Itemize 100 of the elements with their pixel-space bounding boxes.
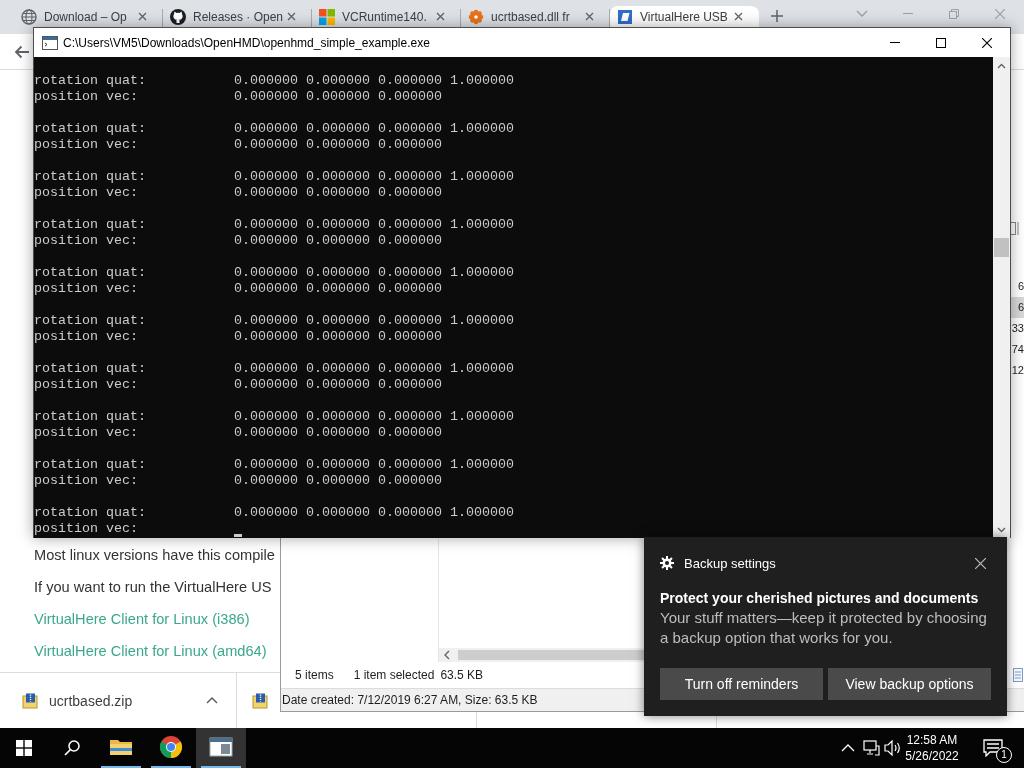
output-values: 0.000000 0.000000 0.000000 [234, 473, 442, 489]
output-label: position vec: [34, 473, 139, 489]
output-values: 0.000000 0.000000 0.000000 1.000000 [234, 313, 514, 329]
scrollbar-thumb[interactable] [994, 238, 1009, 257]
output-label: rotation quat: [34, 457, 147, 473]
notification-badge: 1 [996, 747, 1012, 763]
speaker-icon [883, 740, 901, 756]
output-label: position vec: [34, 185, 139, 201]
zip-file-icon [252, 692, 268, 709]
globe-icon [21, 8, 37, 25]
table-cell-text: 74 [1011, 342, 1024, 357]
window-title: C:\Users\VM5\Downloads\OpenHMD\openhmd_simple_example.exe [63, 35, 430, 50]
notification-title: Protect your cherished pictures and documents [660, 589, 980, 608]
output-values: 0.000000 0.000000 0.000000 [234, 185, 442, 201]
output-label: position vec: [34, 233, 139, 249]
output-label: rotation quat: [34, 409, 147, 425]
action-button[interactable]: View backup options [828, 668, 991, 700]
zip-file-icon [22, 692, 38, 709]
output-values: 0.000000 0.000000 0.000000 1.000000 [234, 73, 514, 89]
round-logo-icon [159, 735, 183, 759]
paragraph-text: If you want to run the VirtualHere US [34, 578, 272, 597]
clock-button[interactable]: 12:58 AM 5/26/2022 [902, 728, 962, 768]
output-label: position vec: [34, 425, 139, 441]
output-label: position vec: [34, 329, 139, 345]
maximize-icon [936, 37, 946, 48]
output-label: position vec: [34, 377, 139, 393]
close-icon [584, 12, 594, 21]
gear-icon [660, 556, 674, 570]
output-label: rotation quat: [34, 265, 147, 281]
output-values: 0.000000 0.000000 0.000000 [234, 89, 442, 105]
output-values: 0.000000 0.000000 0.000000 1.000000 [234, 409, 514, 425]
output-values: 0.000000 0.000000 0.000000 1.000000 [234, 505, 514, 521]
four-squares-icon [16, 740, 32, 756]
folder-icon [109, 737, 133, 757]
vertical-scrollbar[interactable] [993, 57, 1010, 538]
scroll-up-icon[interactable] [997, 62, 1006, 69]
notification-body: Your stuff matters—keep it protected by choosing a backup option that works for you. [660, 608, 988, 648]
details-text: Date created: 7/12/2019 6:27 AM, Size: 63.5 KB [282, 693, 538, 707]
output-values: 0.000000 0.000000 0.000000 [234, 329, 442, 345]
close-icon [982, 37, 992, 48]
action-button[interactable]: Turn off reminders [660, 668, 823, 700]
paragraph-text: Most linux versions have this compile [34, 546, 275, 565]
output-values: 0.000000 0.000000 0.000000 [234, 425, 442, 441]
close-icon [995, 8, 1005, 19]
notification-icon [983, 739, 1003, 757]
table-cell-text: 12 [1011, 363, 1024, 378]
output-values: 0.000000 0.000000 0.000000 [234, 281, 442, 297]
status-text: 63.5 KB [440, 668, 484, 682]
output-label: rotation quat: [34, 169, 147, 185]
scroll-down-icon[interactable] [997, 526, 1006, 533]
download-filename[interactable]: ucrtbased.zip [49, 692, 133, 709]
scrollbar-thumb[interactable] [458, 650, 644, 660]
close-icon [435, 12, 445, 21]
output-label: rotation quat: [34, 121, 147, 137]
horizontal-scrollbar[interactable] [439, 648, 644, 662]
taskbar-app-button[interactable] [196, 728, 246, 768]
output-label: rotation quat: [34, 505, 147, 521]
four-squares-icon [319, 8, 335, 25]
search-icon [64, 740, 80, 756]
output-label: rotation quat: [34, 313, 147, 329]
cat-icon [170, 8, 186, 25]
output-values: 0.000000 0.000000 0.000000 1.000000 [234, 361, 514, 377]
action-center-button[interactable]: 1 [969, 728, 1017, 768]
console-icon [42, 34, 58, 51]
output-label: position vec: [34, 137, 139, 153]
output-label: position vec: [34, 281, 139, 297]
output-values: 0.000000 0.000000 0.000000 1.000000 [234, 457, 514, 473]
table-cell-text: 33 [1011, 321, 1024, 336]
chevron-up-icon [841, 744, 855, 752]
output-values: 0.000000 0.000000 0.000000 [234, 137, 442, 153]
chevron-up-icon [206, 697, 218, 704]
output-label: position vec: [34, 89, 139, 105]
output-values: 0.000000 0.000000 0.000000 1.000000 [234, 121, 514, 137]
output-values: 0.000000 0.000000 0.000000 1.000000 [234, 265, 514, 281]
output-label: rotation quat: [34, 217, 147, 233]
output-values: 0.000000 0.000000 0.000000 [234, 377, 442, 393]
minimize-icon [890, 42, 900, 43]
close-icon [974, 557, 986, 569]
panel-icon[interactable] [1010, 221, 1019, 235]
tile-icon [617, 8, 633, 25]
gear-icon [468, 8, 484, 25]
table-cell: 6 [1011, 297, 1024, 318]
minimize-icon [903, 13, 913, 14]
output-label: position vec: [34, 521, 139, 537]
restore-icon [949, 8, 959, 19]
app-name: Backup settings [684, 555, 776, 571]
window-icon [209, 737, 233, 757]
plus-icon [771, 10, 783, 22]
back-arrow-icon [14, 43, 30, 60]
close-icon [286, 12, 296, 21]
list-view-icon[interactable] [1013, 668, 1023, 682]
chevron-down-icon [856, 10, 868, 17]
status-text: 5 items [295, 668, 334, 682]
output-label: rotation quat: [34, 73, 147, 89]
close-icon [733, 12, 743, 21]
browser-tab[interactable]: VirtualHere USB [610, 6, 759, 27]
output-label: rotation quat: [34, 361, 147, 377]
scroll-left-icon[interactable] [444, 650, 450, 660]
output-values: 0.000000 0.000000 0.000000 1.000000 [234, 217, 514, 233]
table-cell-text: 6 [1016, 279, 1024, 294]
